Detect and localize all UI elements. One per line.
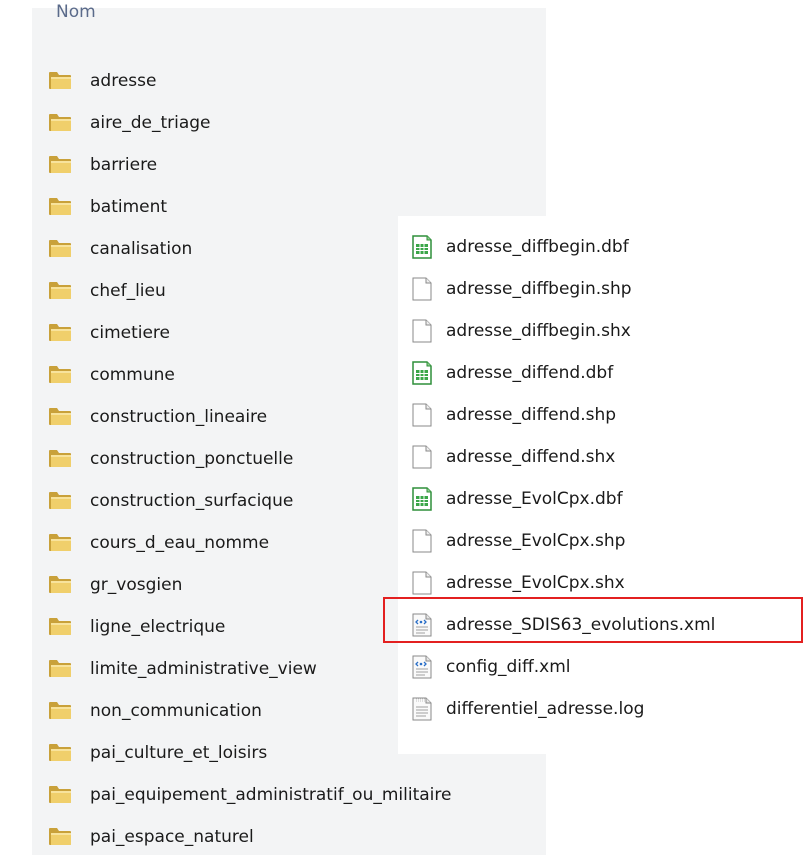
blank-file-icon (410, 529, 434, 553)
file-label: differentiel_adresse.log (446, 699, 645, 719)
folder-icon (48, 490, 72, 510)
folder-label: pai_equipement_administratif_ou_militair… (90, 785, 452, 805)
folder-icon (48, 406, 72, 426)
file-label: adresse_diffbegin.shp (446, 279, 632, 299)
folder-icon (48, 364, 72, 384)
folder-label: adresse (90, 71, 157, 91)
folder-icon (48, 574, 72, 594)
folder-label: cours_d_eau_nomme (90, 533, 270, 553)
file-label: config_diff.xml (446, 657, 571, 677)
folder-icon (48, 700, 72, 720)
blank-file-icon (410, 277, 434, 301)
folder-icon (48, 784, 72, 804)
folder-label: chef_lieu (90, 281, 166, 301)
folder-label: aire_de_triage (90, 113, 211, 133)
folder-label: batiment (90, 197, 168, 217)
blank-file-icon (410, 445, 434, 469)
highlight-box (383, 597, 803, 643)
folder-icon (48, 154, 72, 174)
file-panel: adresse_diffbegin.dbf adresse_diffbegin.s… (398, 216, 803, 754)
file-label: adresse_diffend.shp (446, 405, 617, 425)
folder-label: commune (90, 365, 175, 385)
folder-label: ligne_electrique (90, 617, 226, 637)
file-label: adresse_diffbegin.dbf (446, 237, 629, 257)
spreadsheet-icon (410, 235, 434, 259)
folder-label: cimetiere (90, 323, 171, 343)
folder-icon (48, 658, 72, 678)
folder-icon (48, 616, 72, 636)
file-label: adresse_EvolCpx.shp (446, 531, 626, 551)
folder-icon (48, 322, 72, 342)
folder-label: gr_vosgien (90, 575, 183, 595)
column-header-name[interactable]: Nom (56, 2, 96, 22)
folder-icon (48, 826, 72, 846)
explorer-screenshot: Nom adresse aire_de_triage barriere batimen… (0, 0, 803, 855)
file-label: adresse_diffbegin.shx (446, 321, 631, 341)
folder-label: pai_espace_naturel (90, 827, 254, 847)
folder-label: canalisation (90, 239, 193, 259)
file-label: adresse_diffend.dbf (446, 363, 614, 383)
folder-icon (48, 238, 72, 258)
folder-label: limite_administrative_view (90, 659, 317, 679)
file-label: adresse_EvolCpx.dbf (446, 489, 623, 509)
blank-file-icon (410, 571, 434, 595)
folder-icon (48, 280, 72, 300)
folder-icon (48, 448, 72, 468)
folder-icon (48, 742, 72, 762)
blank-file-icon (410, 319, 434, 343)
spreadsheet-icon (410, 487, 434, 511)
file-label: adresse_diffend.shx (446, 447, 616, 467)
folder-icon (48, 196, 72, 216)
text-file-icon (410, 697, 434, 721)
folder-icon (48, 112, 72, 132)
folder-label: construction_ponctuelle (90, 449, 294, 469)
folder-icon (48, 532, 72, 552)
folder-label: construction_surfacique (90, 491, 294, 511)
folder-label: pai_culture_et_loisirs (90, 743, 268, 763)
blank-file-icon (410, 403, 434, 427)
folder-icon (48, 70, 72, 90)
xml-file-icon (410, 655, 434, 679)
spreadsheet-icon (410, 361, 434, 385)
folder-label: construction_lineaire (90, 407, 268, 427)
folder-label: non_communication (90, 701, 262, 721)
folder-label: barriere (90, 155, 158, 175)
